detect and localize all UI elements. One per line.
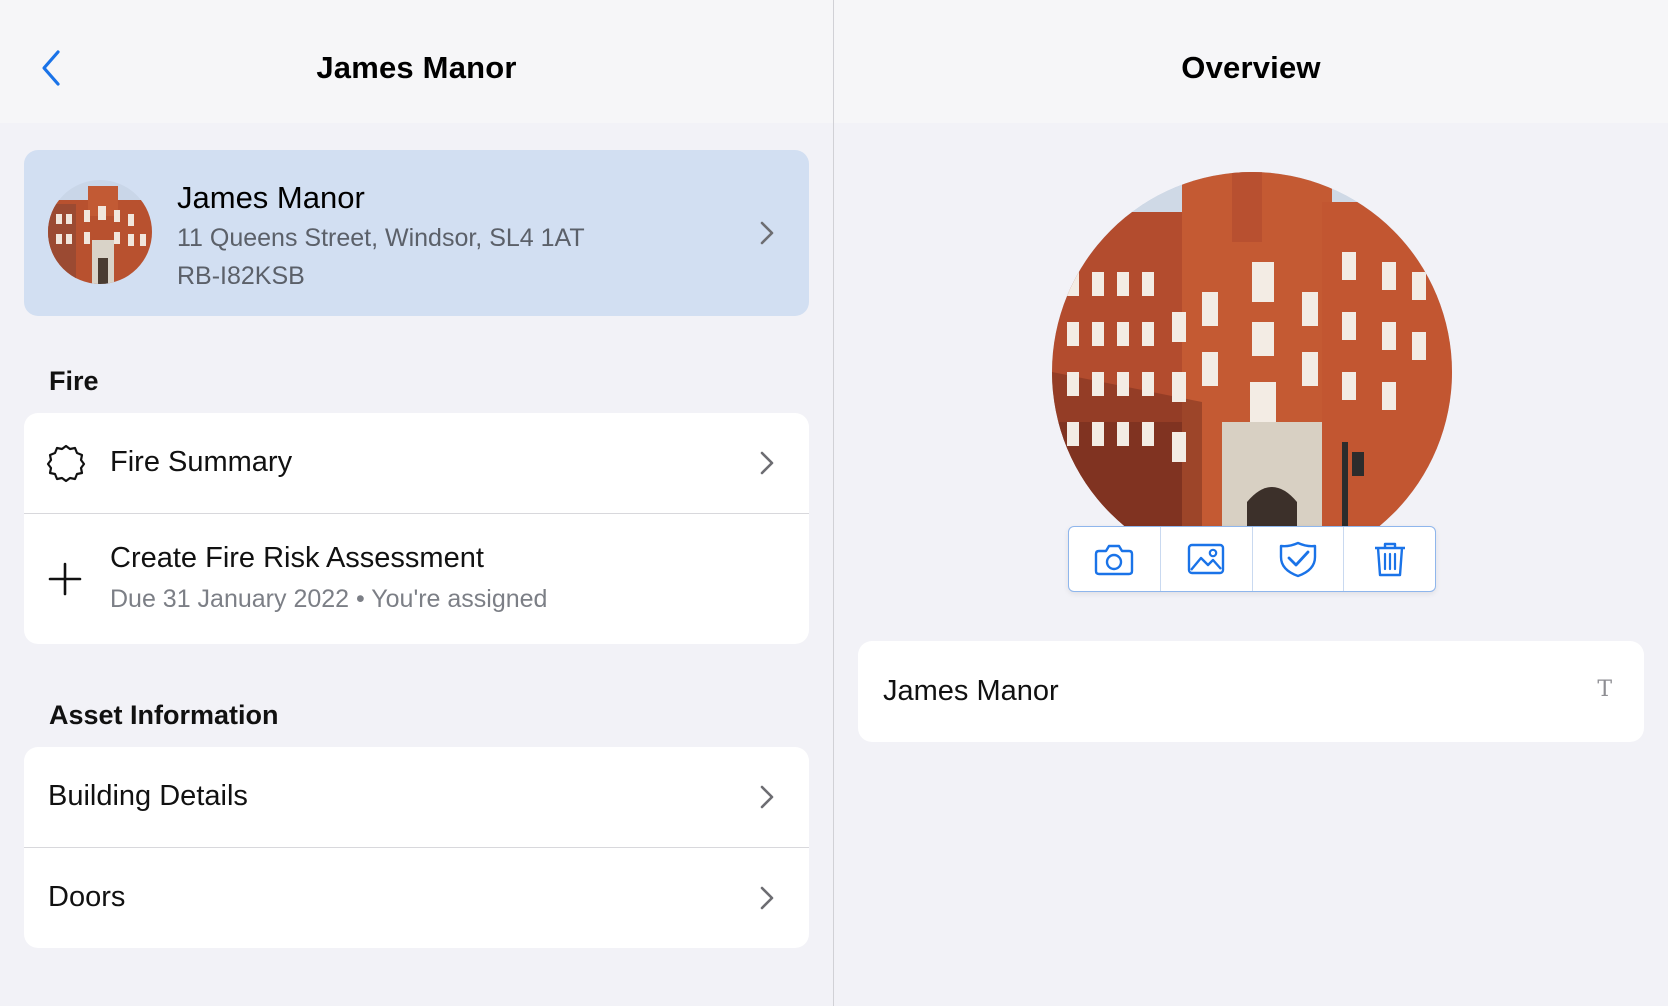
building-details-row[interactable]: Building Details <box>24 747 809 847</box>
photo-library-icon <box>1187 543 1225 575</box>
chevron-right-icon <box>760 451 774 475</box>
asset-avatar <box>48 180 152 284</box>
fire-summary-row[interactable]: Fire Summary <box>24 413 809 513</box>
fire-summary-label: Fire Summary <box>110 446 293 478</box>
left-nav-title: James Manor <box>316 50 517 85</box>
asset-photo[interactable] <box>1052 172 1452 526</box>
take-photo-button[interactable] <box>1069 527 1161 591</box>
asset-reference: RB-I82KSB <box>177 262 305 290</box>
chevron-right-icon <box>760 221 774 245</box>
create-fra-due: Due 31 January 2022 • You're assigned <box>110 585 548 613</box>
doors-label: Doors <box>48 881 126 913</box>
asset-name: James Manor <box>177 180 365 215</box>
chevron-right-icon <box>760 785 774 809</box>
left-nav-bar: James Manor <box>0 0 833 123</box>
right-nav-title: Overview <box>1181 50 1321 85</box>
fire-card: Fire Summary Create Fire Risk Assessment… <box>24 413 809 644</box>
badge-icon <box>46 444 86 483</box>
create-fire-risk-assessment-row[interactable]: Create Fire Risk Assessment Due 31 Janua… <box>24 514 809 644</box>
asset-name-value: James Manor <box>883 675 1059 707</box>
asset-info-card: Building Details Doors <box>24 747 809 948</box>
section-label-fire: Fire <box>49 366 99 396</box>
doors-row[interactable]: Doors <box>24 848 809 948</box>
text-type-icon: T <box>1597 677 1612 702</box>
master-pane: James Manor James Manor 11 Queens Street… <box>0 0 833 1006</box>
asset-header-card[interactable]: James Manor 11 Queens Street, Windsor, S… <box>24 150 809 316</box>
plus-icon <box>48 562 82 596</box>
verify-photo-button[interactable] <box>1253 527 1345 591</box>
asset-address: 11 Queens Street, Windsor, SL4 1AT <box>177 224 585 252</box>
asset-name-field[interactable]: James Manor T <box>858 641 1644 742</box>
chevron-right-icon <box>760 886 774 910</box>
create-fra-label: Create Fire Risk Assessment <box>110 542 484 574</box>
trash-icon <box>1374 542 1405 577</box>
photo-toolbar <box>1068 526 1436 592</box>
verified-shield-icon <box>1279 541 1317 578</box>
right-nav-bar: Overview <box>834 0 1668 123</box>
building-details-label: Building Details <box>48 780 248 812</box>
camera-icon <box>1095 544 1134 576</box>
delete-photo-button[interactable] <box>1344 527 1435 591</box>
section-label-asset-information: Asset Information <box>49 700 279 730</box>
detail-pane: Overview James Manor T <box>834 0 1668 1006</box>
choose-photo-button[interactable] <box>1161 527 1253 591</box>
